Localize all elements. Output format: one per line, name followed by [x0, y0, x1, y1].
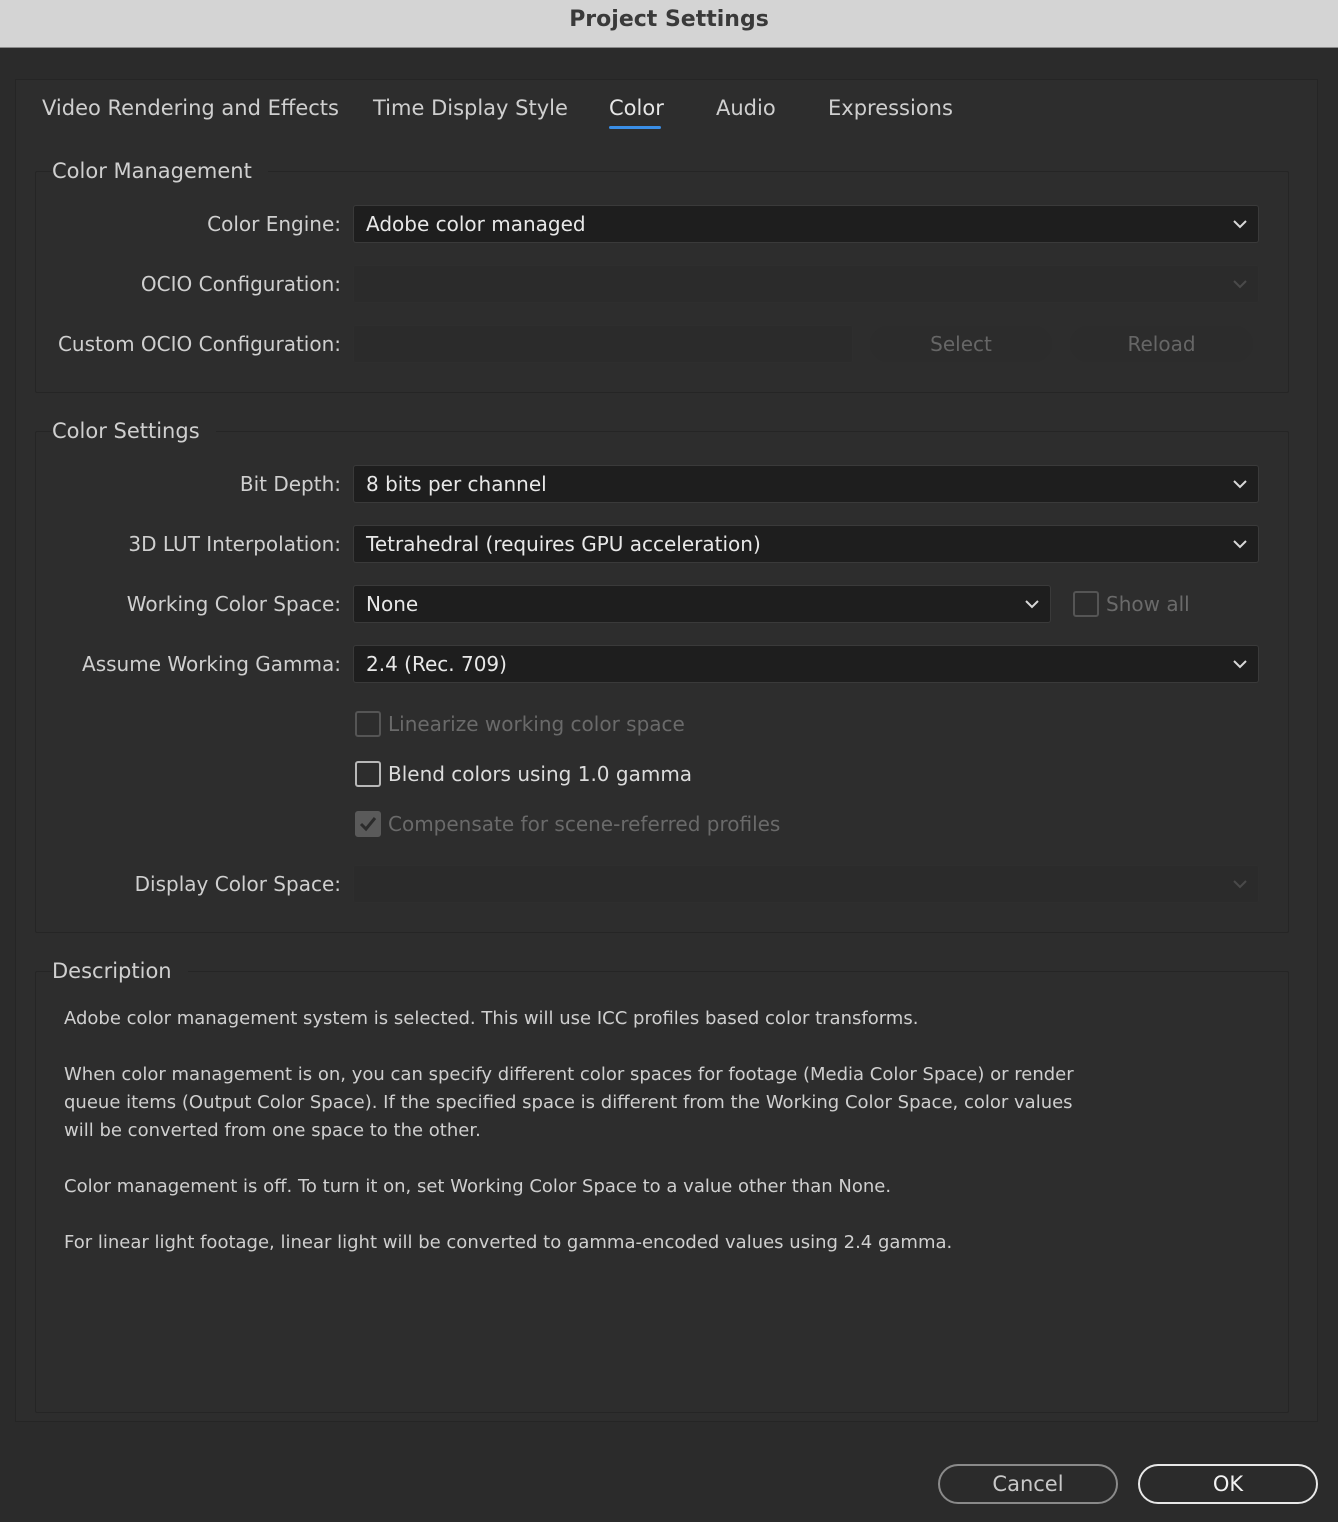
tab-expressions[interactable]: Expressions — [828, 92, 953, 124]
window-title: Project Settings — [0, 0, 1338, 48]
lut-interpolation-label: 3D LUT Interpolation: — [128, 532, 341, 556]
description-paragraph-2-line-1: When color management is on, you can spe… — [64, 1064, 1074, 1085]
tab-audio[interactable]: Audio — [716, 92, 776, 124]
linearize-checkbox[interactable] — [355, 711, 381, 737]
color-settings-title: Color Settings — [52, 416, 216, 446]
linearize-label: Linearize working color space — [388, 712, 685, 736]
tab-video-rendering[interactable]: Video Rendering and Effects — [42, 92, 339, 124]
custom-ocio-label: Custom OCIO Configuration: — [57, 332, 341, 356]
cancel-button[interactable]: Cancel — [938, 1464, 1118, 1504]
working-color-space-select[interactable]: None — [353, 585, 1051, 623]
chevron-down-icon — [1233, 880, 1247, 889]
lut-interpolation-select[interactable]: Tetrahedral (requires GPU acceleration) — [353, 525, 1259, 563]
chevron-down-icon — [1233, 220, 1247, 229]
description-paragraph-2-line-2: queue items (Output Color Space). If the… — [64, 1092, 1073, 1113]
blend-gamma-label: Blend colors using 1.0 gamma — [388, 762, 693, 786]
color-management-title: Color Management — [52, 156, 268, 186]
description-paragraph-2-line-3: will be converted from one space to the … — [64, 1120, 481, 1141]
description-title: Description — [52, 956, 188, 986]
tab-color[interactable]: Color — [609, 92, 664, 124]
chevron-down-icon — [1025, 600, 1039, 609]
compensate-label: Compensate for scene-referred profiles — [388, 812, 781, 836]
description-paragraph-3: Color management is off. To turn it on, … — [64, 1176, 892, 1197]
checkmark-icon — [359, 817, 377, 832]
working-color-space-value: None — [366, 592, 419, 616]
chevron-down-icon — [1233, 280, 1247, 289]
chevron-down-icon — [1233, 480, 1247, 489]
active-tab-indicator — [609, 126, 661, 129]
select-button[interactable]: Select — [870, 326, 1052, 362]
reload-button[interactable]: Reload — [1070, 326, 1253, 362]
chevron-down-icon — [1233, 540, 1247, 549]
description-paragraph-1: Adobe color management system is selecte… — [64, 1008, 919, 1029]
working-gamma-value: 2.4 (Rec. 709) — [366, 652, 507, 676]
ocio-config-label: OCIO Configuration: — [140, 272, 341, 296]
blend-gamma-checkbox[interactable] — [355, 761, 381, 787]
ocio-config-select[interactable] — [353, 265, 1259, 303]
working-color-space-label: Working Color Space: — [126, 592, 341, 616]
bit-depth-select[interactable]: 8 bits per channel — [353, 465, 1259, 503]
working-gamma-label: Assume Working Gamma: — [82, 652, 341, 676]
bit-depth-label: Bit Depth: — [239, 472, 341, 496]
show-all-label: Show all — [1106, 592, 1190, 616]
color-engine-select[interactable]: Adobe color managed — [353, 205, 1259, 243]
color-engine-value: Adobe color managed — [366, 212, 586, 236]
tab-time-display[interactable]: Time Display Style — [373, 92, 568, 124]
chevron-down-icon — [1233, 660, 1247, 669]
custom-ocio-path-field[interactable] — [353, 325, 853, 363]
compensate-checkbox[interactable] — [355, 811, 381, 837]
ok-button[interactable]: OK — [1138, 1464, 1318, 1504]
bit-depth-value: 8 bits per channel — [366, 472, 547, 496]
lut-interpolation-value: Tetrahedral (requires GPU acceleration) — [366, 532, 761, 556]
description-paragraph-4: For linear light footage, linear light w… — [64, 1232, 953, 1253]
display-color-space-select[interactable] — [353, 865, 1259, 903]
color-engine-label: Color Engine: — [207, 212, 341, 236]
display-color-space-label: Display Color Space: — [134, 872, 341, 896]
show-all-checkbox[interactable] — [1073, 591, 1099, 617]
working-gamma-select[interactable]: 2.4 (Rec. 709) — [353, 645, 1259, 683]
